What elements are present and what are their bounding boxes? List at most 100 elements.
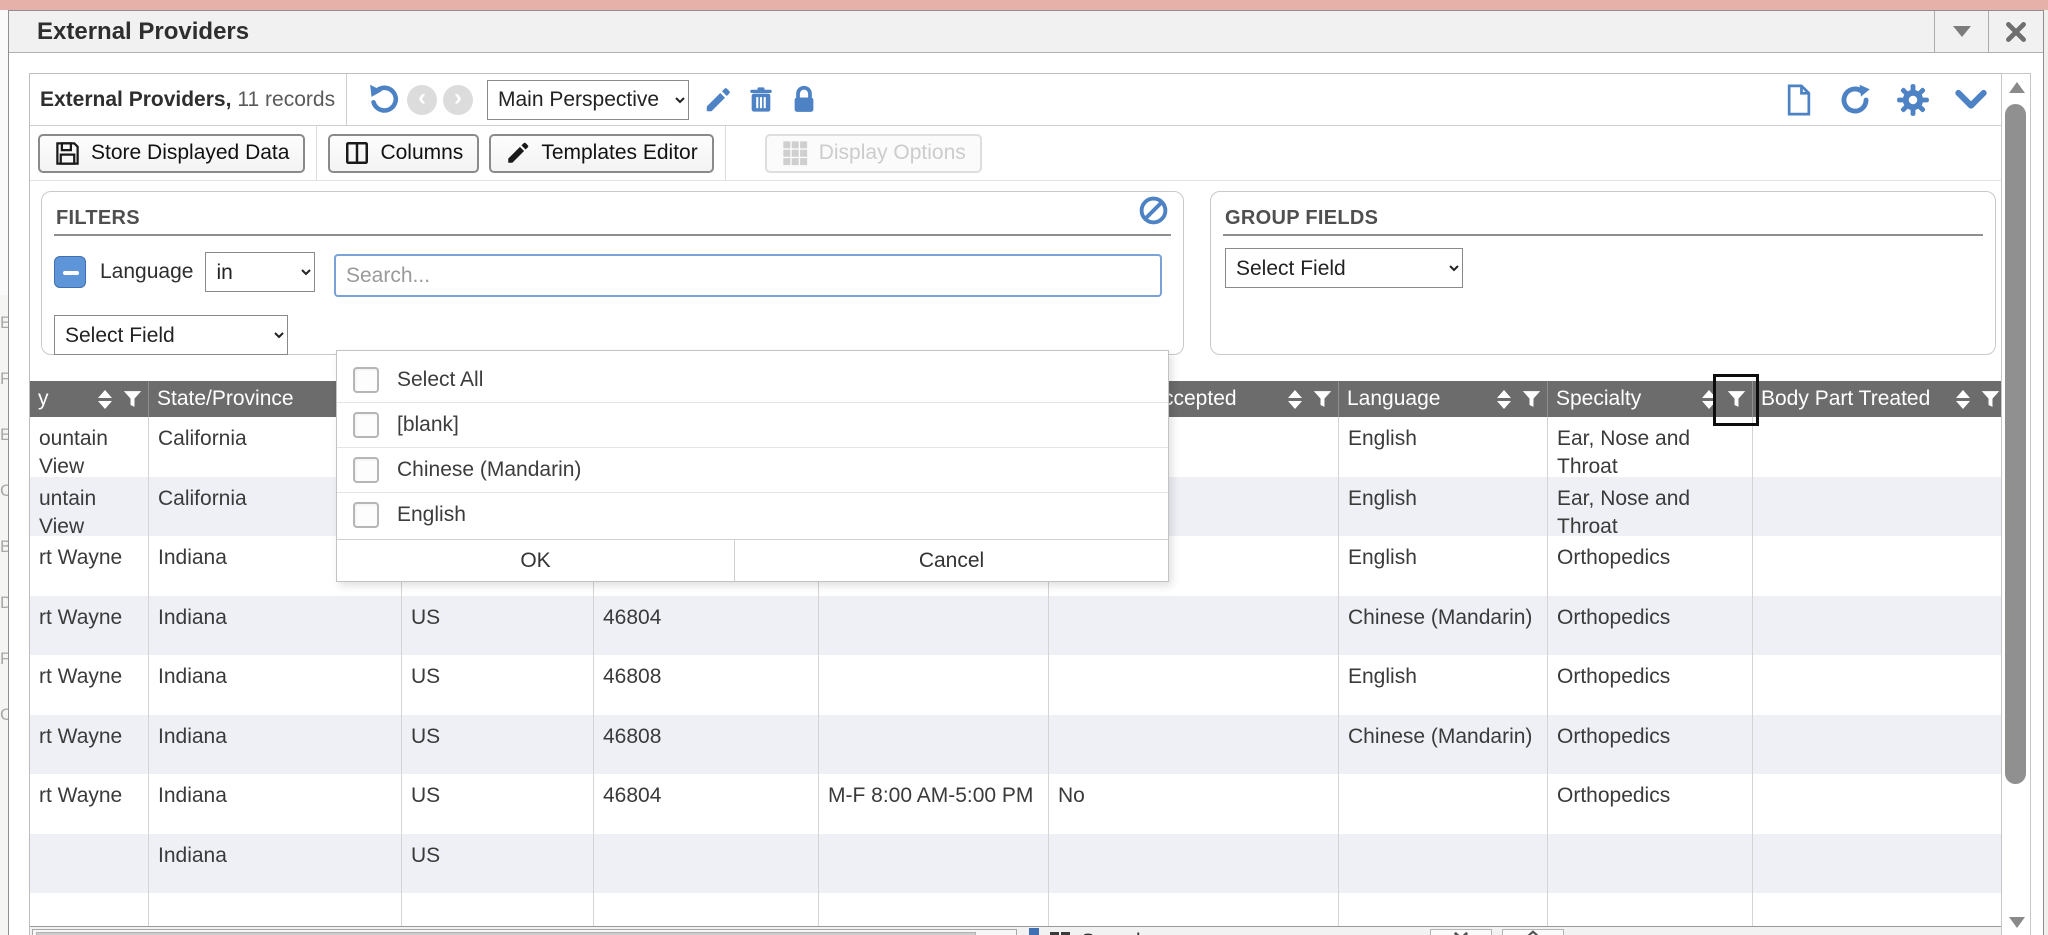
- table-cell: Ear, Nose and Throat: [1548, 417, 1753, 477]
- store-displayed-data-label: Store Displayed Data: [91, 141, 289, 165]
- filter-icon[interactable]: [1727, 390, 1746, 408]
- sort-icon[interactable]: [1288, 390, 1302, 409]
- undo-button[interactable]: [367, 83, 401, 117]
- collapse-toolbar-button[interactable]: [1954, 86, 1988, 114]
- table-row[interactable]: [30, 893, 2006, 926]
- option-checkbox[interactable]: [353, 502, 379, 528]
- store-displayed-data-button[interactable]: Store Displayed Data: [38, 134, 305, 173]
- action-button-row: Store Displayed Data Columns Templates E…: [30, 126, 2006, 181]
- filter-icon[interactable]: [1522, 390, 1541, 408]
- filter-icon[interactable]: [1981, 390, 2000, 408]
- vertical-scrollbar-thumb[interactable]: [2005, 104, 2026, 784]
- table-cell: [1753, 417, 2006, 477]
- table-cell: [819, 893, 1049, 926]
- new-file-icon: [1784, 84, 1814, 116]
- column-header-body-part-treated[interactable]: Body Part Treated: [1753, 381, 2006, 417]
- ok-button[interactable]: OK: [337, 540, 735, 581]
- table-row[interactable]: rt WayneIndianaUS46804Chinese (Mandarin)…: [30, 596, 2006, 656]
- option-checkbox[interactable]: [353, 412, 379, 438]
- table-cell: No: [1049, 774, 1339, 834]
- table-cell: English: [1339, 536, 1548, 596]
- clear-filters-button[interactable]: [1138, 195, 1169, 226]
- filter-icon[interactable]: [123, 390, 142, 408]
- scroll-down-arrow-icon[interactable]: [2009, 917, 2025, 928]
- table-row[interactable]: rt WayneIndianaUS46804M-F 8:00 AM-5:00 P…: [30, 774, 2006, 834]
- grid-icon: [781, 139, 809, 167]
- dialog-menu-button[interactable]: [1934, 11, 1988, 52]
- dropdown-buttons: OK Cancel: [337, 539, 1168, 581]
- filter-icon[interactable]: [1313, 390, 1332, 408]
- table-cell: [819, 834, 1049, 894]
- cancel-button[interactable]: Cancel: [735, 540, 1168, 581]
- previous-button[interactable]: ‹: [407, 85, 437, 115]
- column-header-language[interactable]: Language: [1339, 381, 1548, 417]
- display-options-button[interactable]: Display Options: [765, 134, 982, 173]
- table-cell: [819, 715, 1049, 775]
- next-button[interactable]: ›: [443, 85, 473, 115]
- grid-toolbar: External Providers, 11 records ‹ › Main …: [30, 74, 2006, 126]
- table-row[interactable]: rt WayneIndianaUS46808Chinese (Mandarin)…: [30, 715, 2006, 775]
- table-cell: 46804: [594, 596, 819, 656]
- columns-button[interactable]: Columns: [328, 134, 479, 173]
- background-page-strip: [0, 0, 2048, 10]
- delete-perspective-button[interactable]: [747, 85, 775, 115]
- sort-icon[interactable]: [98, 390, 112, 409]
- vertical-scrollbar[interactable]: [2001, 73, 2031, 935]
- table-row[interactable]: rt WayneIndianaUS46808EnglishOrthopedics: [30, 655, 2006, 715]
- option-checkbox[interactable]: [353, 457, 379, 483]
- caret-down-icon: [1953, 26, 1971, 37]
- close-button[interactable]: [1988, 11, 2043, 52]
- add-filter-field-select[interactable]: Select Field: [54, 315, 288, 355]
- settings-button[interactable]: [1896, 83, 1930, 117]
- dropdown-option-select-all[interactable]: Select All: [337, 357, 1168, 402]
- filter-search-input[interactable]: [334, 254, 1162, 297]
- refresh-button[interactable]: [1838, 83, 1872, 117]
- table-cell: Indiana: [149, 715, 402, 775]
- filter-operator-select[interactable]: in: [205, 252, 315, 292]
- table-cell: [594, 893, 819, 926]
- templates-editor-button[interactable]: Templates Editor: [489, 134, 713, 173]
- table-cell: [1753, 774, 2006, 834]
- table-cell: [1753, 655, 2006, 715]
- dropdown-option--blank-[interactable]: [blank]: [337, 402, 1168, 447]
- dropdown-option-chinese-mandarin-[interactable]: Chinese (Mandarin): [337, 447, 1168, 492]
- group-fields-title: GROUP FIELDS: [1225, 207, 1378, 230]
- table-cell: [1049, 715, 1339, 775]
- bottom-home-cell[interactable]: [1502, 929, 1564, 935]
- table-cell: [1049, 893, 1339, 926]
- perspective-select[interactable]: Main Perspective: [487, 80, 689, 120]
- filters-header: FILTERS: [54, 192, 1171, 236]
- table-cell: [1049, 596, 1339, 656]
- edit-perspective-button[interactable]: [703, 85, 733, 115]
- table-cell: rt Wayne: [30, 536, 149, 596]
- group-field-select[interactable]: Select Field: [1225, 248, 1463, 288]
- lock-perspective-button[interactable]: [789, 85, 819, 115]
- table-cell: 46804: [594, 774, 819, 834]
- new-record-button[interactable]: [1784, 84, 1814, 116]
- table-cell: [819, 596, 1049, 656]
- sort-icon[interactable]: [1702, 390, 1716, 409]
- table-cell: rt Wayne: [30, 715, 149, 775]
- bottom-search[interactable]: Search: [1048, 930, 1148, 935]
- templates-editor-label: Templates Editor: [541, 141, 697, 165]
- column-label: y: [38, 387, 49, 411]
- dropdown-option-english[interactable]: English: [337, 492, 1168, 537]
- table-cell: [1548, 893, 1753, 926]
- table-cell: [30, 893, 149, 926]
- scroll-up-arrow-icon[interactable]: [2009, 82, 2025, 93]
- bottom-close-cell[interactable]: [1430, 929, 1492, 935]
- table-cell: [402, 893, 594, 926]
- sort-icon[interactable]: [1956, 390, 1970, 409]
- record-source-label: External Providers,: [40, 88, 231, 112]
- option-checkbox[interactable]: [353, 367, 379, 393]
- table-cell: untain View: [30, 477, 149, 537]
- table-cell: [1753, 596, 2006, 656]
- columns-icon: [344, 139, 370, 167]
- remove-filter-button[interactable]: [54, 256, 86, 288]
- column-header-y[interactable]: y: [30, 381, 149, 417]
- table-row[interactable]: IndianaUS: [30, 834, 2006, 894]
- group-fields-header: GROUP FIELDS: [1223, 192, 1983, 236]
- column-header-specialty[interactable]: Specialty: [1548, 381, 1753, 417]
- horizontal-scrollbar[interactable]: [32, 929, 1017, 935]
- sort-icon[interactable]: [1497, 390, 1511, 409]
